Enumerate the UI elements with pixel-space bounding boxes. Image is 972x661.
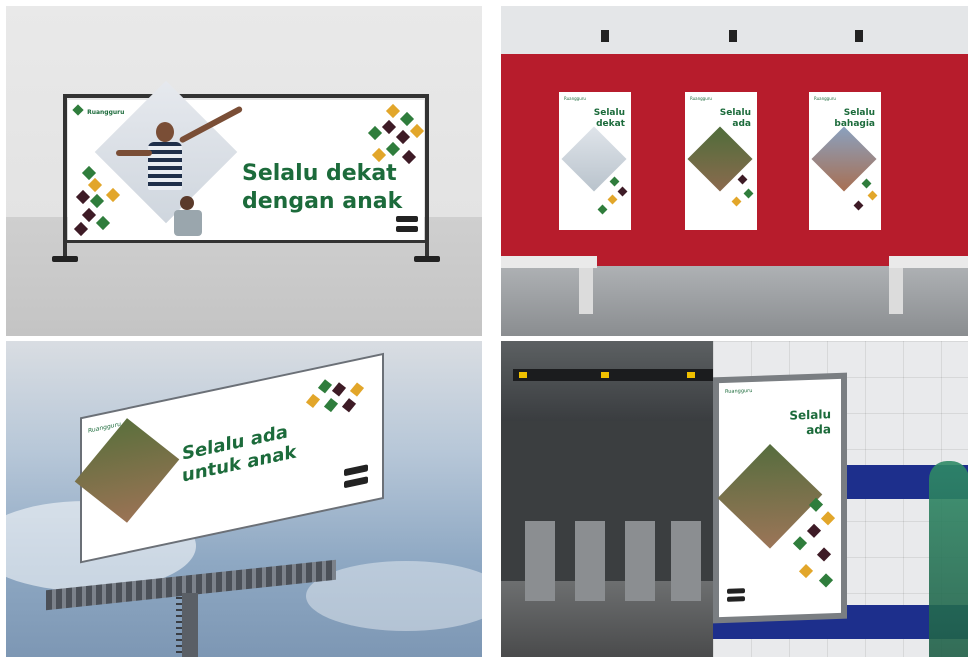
pattern-square (105, 187, 121, 203)
poster-logo: Ruangguru (814, 96, 836, 101)
wall-posters-panel: Ruangguru Selalu dekat Ruangguru Selalu … (501, 6, 968, 336)
billboard-board: Ruangguru Selalu ada untuk anak (74, 355, 382, 561)
lightbox-frame: Ruangguru Selalu ada (713, 372, 847, 624)
poster-headline: Selalu bahagia (834, 108, 875, 129)
pattern-square (395, 129, 411, 145)
bench-left (501, 256, 597, 268)
station-sign-light (519, 372, 527, 378)
app-store-badge (396, 216, 418, 222)
poster-2: Ruangguru Selalu ada (685, 92, 757, 230)
app-store-badge (344, 464, 368, 477)
child-figure (168, 196, 208, 240)
banner-stand-right-foot (414, 256, 440, 262)
pattern-square (607, 194, 618, 205)
poster-headline: Selalu dekat (593, 108, 625, 129)
pattern-square (385, 141, 401, 157)
logo-mark-icon (72, 104, 84, 116)
pattern-square (341, 398, 357, 413)
pattern-square (75, 189, 91, 205)
play-store-badge (396, 226, 418, 232)
pattern-square (409, 123, 425, 139)
pattern-square (617, 186, 628, 197)
bench-leg (579, 268, 593, 314)
pattern-square (861, 178, 872, 189)
ticket-gate (575, 521, 605, 601)
passerby-figure (929, 461, 968, 657)
banner-headline: Selalu dekat dengan anak (242, 161, 403, 214)
pattern-square (89, 193, 105, 209)
station-ceiling (501, 341, 721, 421)
pattern-square (792, 536, 808, 551)
station-sign (513, 369, 713, 381)
lightbox-poster: Ruangguru Selalu ada (717, 378, 841, 618)
play-store-badge (344, 476, 368, 489)
subway-lightbox-panel: Ruangguru Selalu ada (501, 341, 968, 657)
poster-logo: Ruangguru (690, 96, 712, 101)
pattern-square (731, 196, 742, 207)
pattern-square (609, 176, 620, 187)
poster-headline: Selalu ada (719, 108, 751, 129)
pattern-square (81, 207, 97, 223)
brand-logo: Ruangguru (72, 104, 124, 116)
pattern-square (597, 204, 608, 215)
pattern-square (317, 379, 333, 394)
pattern-square (399, 111, 415, 127)
banner-stand-left-pole (63, 94, 67, 260)
pattern-square (818, 573, 834, 588)
bench-right (889, 256, 968, 268)
pattern-square (367, 125, 383, 141)
poster-logo: Ruangguru (564, 96, 586, 101)
pattern-square (743, 188, 754, 199)
pattern-square (87, 177, 103, 193)
station-sign-light (601, 372, 609, 378)
pattern-square (349, 382, 365, 397)
banner-stand-bottom-bar (63, 240, 429, 243)
pattern-square (323, 398, 339, 413)
ticket-gate (525, 521, 555, 601)
app-store-badge (727, 588, 745, 594)
billboard-panel: Ruangguru Selalu ada untuk anak (6, 341, 482, 657)
play-store-badge (727, 596, 745, 602)
billboard-pole (182, 593, 198, 657)
pattern-square (331, 382, 347, 397)
poster-1: Ruangguru Selalu dekat (559, 92, 631, 230)
pattern-square (806, 523, 822, 538)
pattern-square (816, 547, 832, 562)
billboard-ladder (176, 597, 182, 657)
pattern-square (737, 174, 748, 185)
ceiling-light (855, 30, 863, 42)
ceiling-light (601, 30, 609, 42)
banner-stand-right-pole (425, 94, 429, 260)
billboard-headline: Selalu ada untuk anak (182, 421, 297, 487)
ticket-gate (625, 521, 655, 601)
station-sign-light (687, 372, 695, 378)
pattern-square (73, 221, 89, 237)
pattern-square (401, 149, 417, 165)
brand-logo: Ruangguru (725, 387, 753, 395)
pattern-square (305, 393, 321, 408)
pattern-square (853, 200, 864, 211)
pattern-square (798, 564, 814, 579)
photo-diamond (717, 444, 823, 549)
pattern-square (381, 119, 397, 135)
banner-stand-top-bar (63, 94, 429, 98)
poster-3: Ruangguru Selalu bahagia (809, 92, 881, 230)
banner-mockup-panel: Ruangguru Selalu dekat dengan anak (6, 6, 482, 336)
ceiling-light (729, 30, 737, 42)
ticket-gate (671, 521, 701, 601)
banner-stand-left-foot (52, 256, 78, 262)
lightbox-headline: Selalu ada (789, 407, 831, 438)
pattern-square (867, 190, 878, 201)
bench-leg (889, 268, 903, 314)
banner: Ruangguru Selalu dekat dengan anak (68, 80, 425, 240)
pattern-square (385, 103, 401, 119)
pattern-square (820, 511, 836, 526)
pattern-square (95, 215, 111, 231)
